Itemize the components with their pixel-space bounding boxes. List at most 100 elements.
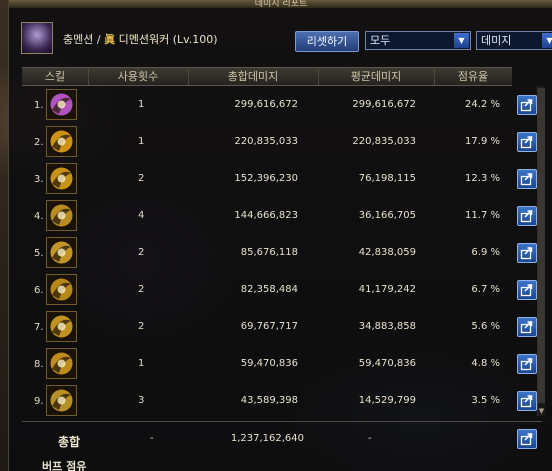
- row-avg-damage: 36,166,705: [358, 210, 416, 221]
- dropdown-arrow-icon: ▼: [454, 33, 469, 48]
- skill-icon: [46, 163, 77, 194]
- table-header: 스킬 사용횟수 총합데미지 평균데미지 점유율: [22, 67, 512, 86]
- row-avg-damage: 41,179,242: [358, 284, 416, 295]
- row-rank: 4.: [34, 211, 44, 222]
- share-icon: [520, 395, 533, 408]
- share-icon: [520, 284, 533, 297]
- share-button[interactable]: [517, 354, 537, 374]
- character-name: 충멘션: [63, 33, 94, 46]
- row-uses: 4: [138, 210, 145, 221]
- scrollbar-thumb[interactable]: [538, 88, 545, 403]
- scroll-down-icon[interactable]: ▼: [538, 406, 545, 416]
- character-job: 디멘션워커: [118, 33, 170, 46]
- filter-select[interactable]: 모두 ▼: [365, 31, 471, 50]
- name-separator: /: [96, 33, 101, 46]
- share-icon: [520, 433, 533, 446]
- table-row: 2. 1 220,835,033 220,835,033 17.9 %: [22, 124, 542, 159]
- skill-icon: [46, 274, 77, 305]
- row-share-percent: 6.9 %: [471, 247, 500, 258]
- row-rank: 2.: [34, 137, 44, 148]
- row-total-damage: 69,767,717: [240, 321, 298, 332]
- row-share-percent: 12.3 %: [465, 173, 500, 184]
- share-icon: [520, 247, 533, 260]
- table-row: 1. 1 299,616,672 299,616,672 24.2 %: [22, 87, 542, 122]
- row-rank: 3.: [34, 174, 44, 185]
- share-icon: [520, 136, 533, 149]
- row-share-percent: 5.6 %: [471, 321, 500, 332]
- row-total-damage: 152,396,230: [234, 173, 298, 184]
- share-icon: [520, 358, 533, 371]
- row-uses: 3: [138, 395, 145, 406]
- share-button[interactable]: [517, 169, 537, 189]
- share-icon: [520, 173, 533, 186]
- row-avg-damage: 14,529,799: [358, 395, 416, 406]
- table-row: 8. 1 59,470,836 59,470,836 4.8 %: [22, 346, 542, 381]
- row-rank: 6.: [34, 285, 44, 296]
- row-rank: 5.: [34, 248, 44, 259]
- share-button[interactable]: [517, 429, 537, 449]
- header-share[interactable]: 점유율: [434, 68, 512, 85]
- row-share-percent: 4.8 %: [471, 358, 500, 369]
- summary-avg-damage: -: [368, 433, 372, 444]
- character-bar: 충멘션 / 眞 디멘션워커 (Lv.100) 리셋하기 모두 ▼ 데미지 ▼: [21, 22, 552, 58]
- scrollbar[interactable]: ▼: [537, 86, 545, 416]
- share-button[interactable]: [517, 280, 537, 300]
- awakening-mark: 眞: [104, 33, 116, 46]
- skill-icon: [46, 348, 77, 379]
- buff-share-tab[interactable]: 버프 점유: [22, 459, 242, 471]
- share-button[interactable]: [517, 132, 537, 152]
- row-total-damage: 144,666,823: [234, 210, 298, 221]
- skill-icon: [46, 126, 77, 157]
- row-total-damage: 220,835,033: [234, 136, 298, 147]
- dropdown-arrow-icon: ▼: [542, 33, 552, 48]
- header-avg-damage[interactable]: 평균데미지: [318, 68, 435, 85]
- character-avatar: [21, 22, 53, 54]
- reset-button[interactable]: 리셋하기: [295, 31, 359, 52]
- row-uses: 2: [138, 173, 145, 184]
- row-rank: 9.: [34, 396, 44, 407]
- share-button[interactable]: [517, 243, 537, 263]
- row-share-percent: 24.2 %: [465, 99, 500, 110]
- row-rank: 8.: [34, 359, 44, 370]
- row-avg-damage: 76,198,115: [358, 173, 416, 184]
- row-avg-damage: 220,835,033: [352, 136, 416, 147]
- row-uses: 1: [138, 358, 145, 369]
- row-share-percent: 17.9 %: [465, 136, 500, 147]
- window-title: 데미지 리포트: [9, 0, 552, 8]
- row-uses: 2: [138, 284, 145, 295]
- header-total-damage[interactable]: 총합데미지: [188, 68, 319, 85]
- sort-select[interactable]: 데미지 ▼: [476, 31, 552, 50]
- row-total-damage: 299,616,672: [234, 99, 298, 110]
- skill-icon: [46, 311, 77, 342]
- summary-label: 총합: [58, 435, 81, 449]
- table-row: 9. 3 43,589,398 14,529,799 3.5 %: [22, 383, 542, 418]
- table-row: 3. 2 152,396,230 76,198,115 12.3 %: [22, 161, 542, 196]
- row-uses: 2: [138, 247, 145, 258]
- share-button[interactable]: [517, 317, 537, 337]
- damage-report-window: 데미지 리포트 충멘션 / 眞 디멘션워커 (Lv.100) 리셋하기 모두 ▼…: [8, 0, 552, 471]
- share-button[interactable]: [517, 391, 537, 411]
- share-icon: [520, 99, 533, 112]
- row-rank: 7.: [34, 322, 44, 333]
- share-icon: [520, 321, 533, 334]
- row-avg-damage: 59,470,836: [358, 358, 416, 369]
- row-total-damage: 82,358,484: [240, 284, 298, 295]
- row-total-damage: 43,589,398: [240, 395, 298, 406]
- summary-divider: [22, 421, 542, 422]
- table-row: 6. 2 82,358,484 41,179,242 6.7 %: [22, 272, 542, 307]
- share-icon: [520, 210, 533, 223]
- share-button[interactable]: [517, 95, 537, 115]
- row-total-damage: 85,676,118: [240, 247, 298, 258]
- row-share-percent: 11.7 %: [465, 210, 500, 221]
- row-uses: 1: [138, 99, 145, 110]
- row-share-percent: 3.5 %: [471, 395, 500, 406]
- row-rank: 1.: [34, 100, 44, 111]
- share-button[interactable]: [517, 206, 537, 226]
- sort-select-value: 데미지: [481, 34, 512, 47]
- header-skill[interactable]: 스킬: [22, 68, 89, 85]
- skill-icon: [46, 200, 77, 231]
- header-uses[interactable]: 사용횟수: [88, 68, 189, 85]
- table-row: 5. 2 85,676,118 42,838,059 6.9 %: [22, 235, 542, 270]
- character-info: 충멘션 / 眞 디멘션워커 (Lv.100): [63, 31, 218, 47]
- row-share-percent: 6.7 %: [471, 284, 500, 295]
